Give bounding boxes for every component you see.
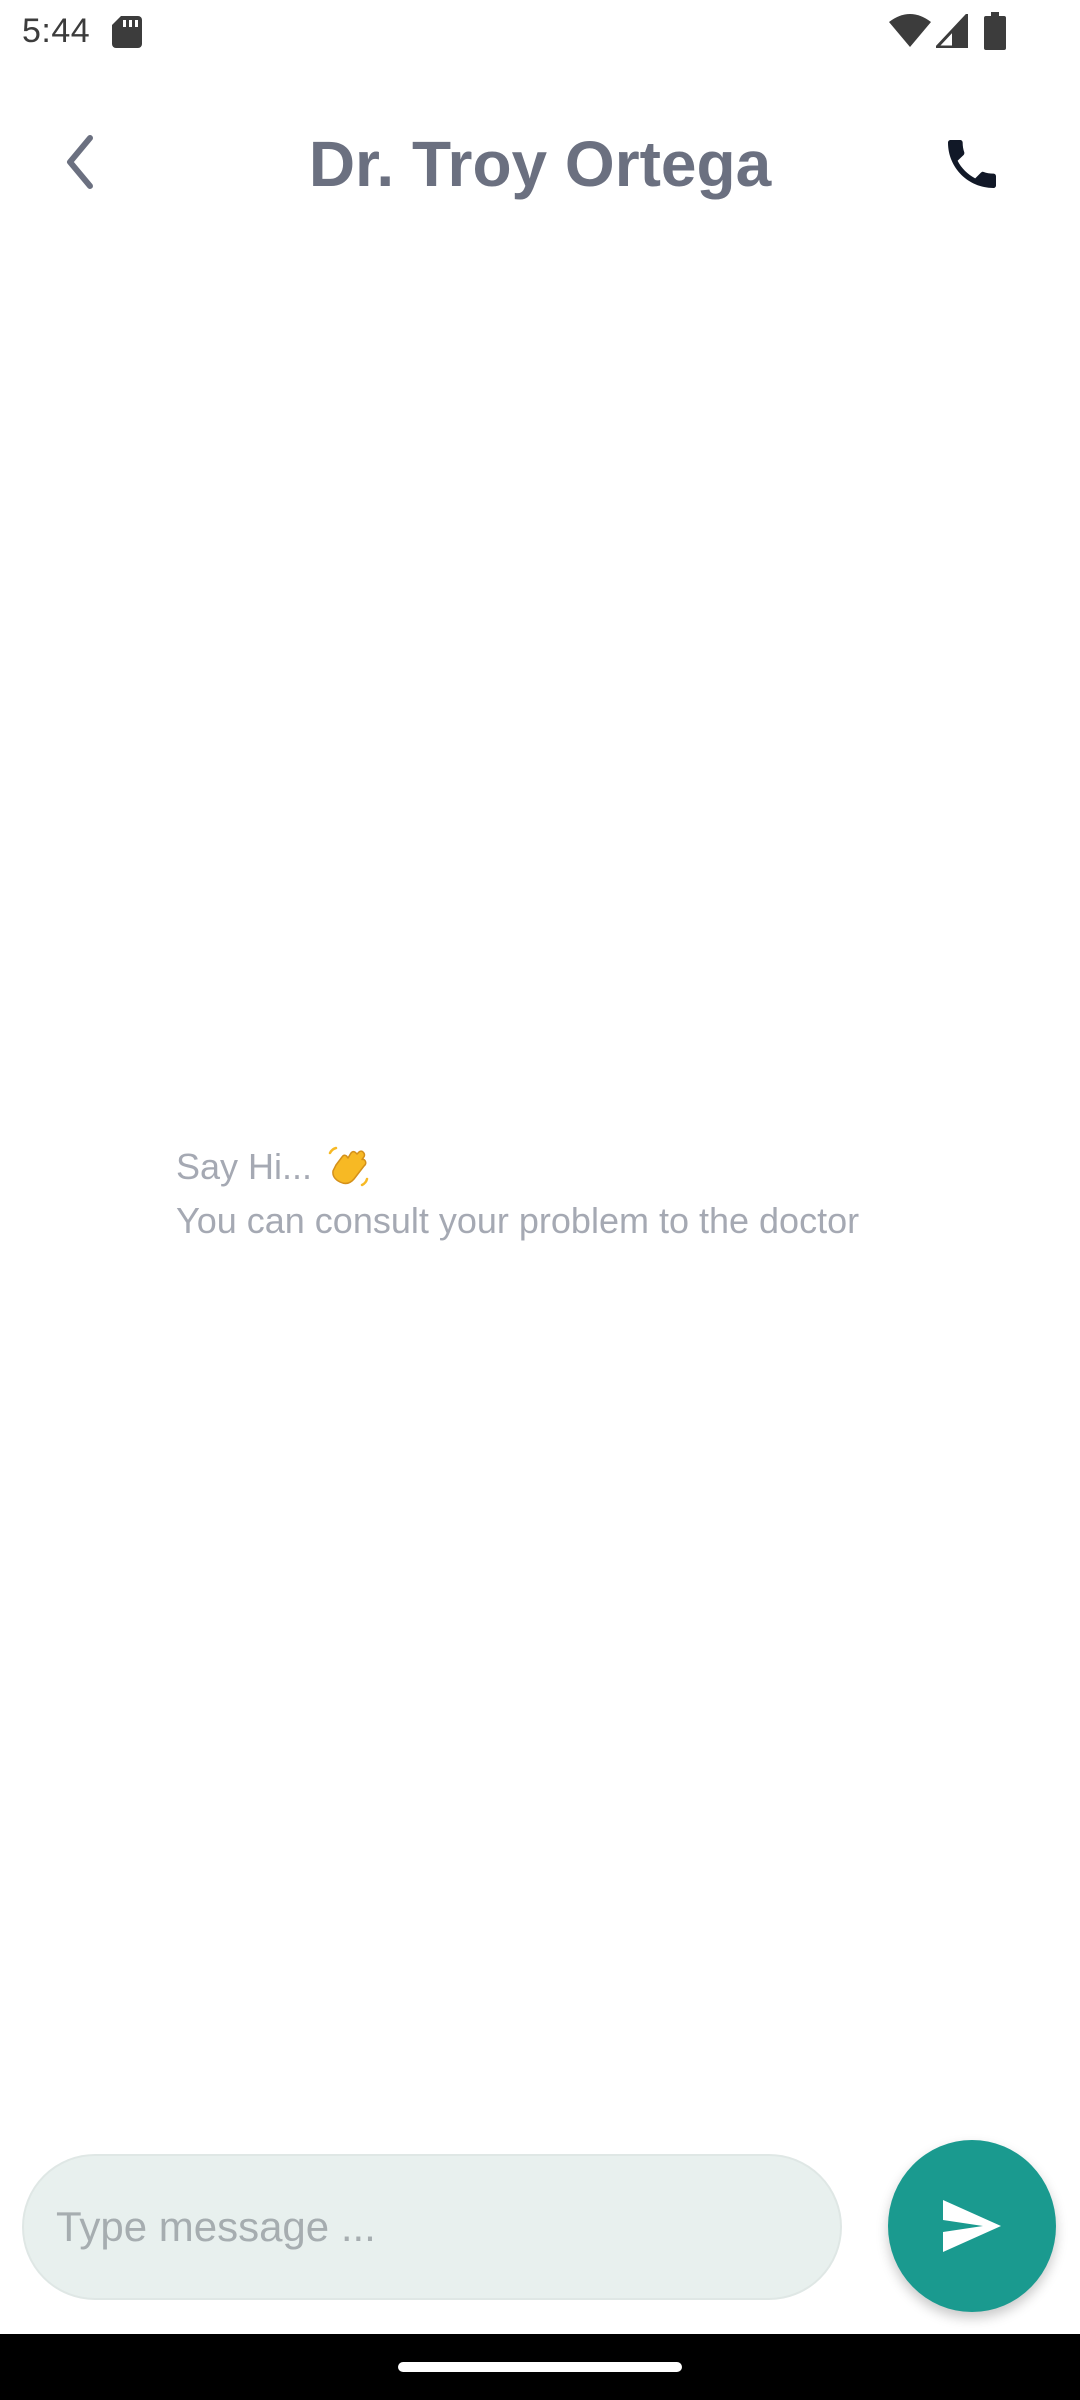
- send-button[interactable]: [888, 2140, 1056, 2312]
- call-button[interactable]: [928, 120, 1016, 208]
- send-icon: [943, 2200, 1001, 2252]
- page-title: Dr. Troy Ortega: [308, 128, 772, 200]
- status-time: 5:44: [22, 12, 91, 50]
- phone-icon: [948, 140, 996, 188]
- system-nav-bar: [0, 2334, 1080, 2400]
- message-input[interactable]: [22, 2154, 842, 2300]
- empty-chat-state: Say Hi... You can consult your problem t…: [176, 1140, 1056, 1248]
- status-bar: 5:44: [0, 0, 1080, 64]
- battery-icon: [984, 12, 1006, 50]
- greeting-text: Say Hi...: [176, 1146, 313, 1187]
- wifi-icon: [889, 14, 931, 47]
- empty-subtitle: You can consult your problem to the doct…: [176, 1200, 860, 1241]
- signal-icon: [936, 14, 968, 48]
- sd-card-icon: [112, 16, 142, 48]
- header: Dr. Troy Ortega: [0, 100, 1080, 230]
- home-indicator[interactable]: [398, 2362, 682, 2372]
- waving-hand-icon: [328, 1146, 369, 1187]
- empty-greeting: Say Hi...: [176, 1140, 1056, 1194]
